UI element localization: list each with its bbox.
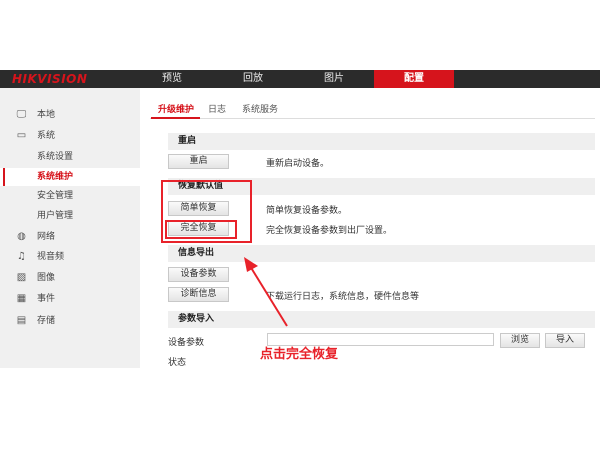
annotation-text: 点击完全恢复 — [260, 347, 339, 362]
annotation-arrow — [244, 257, 288, 327]
